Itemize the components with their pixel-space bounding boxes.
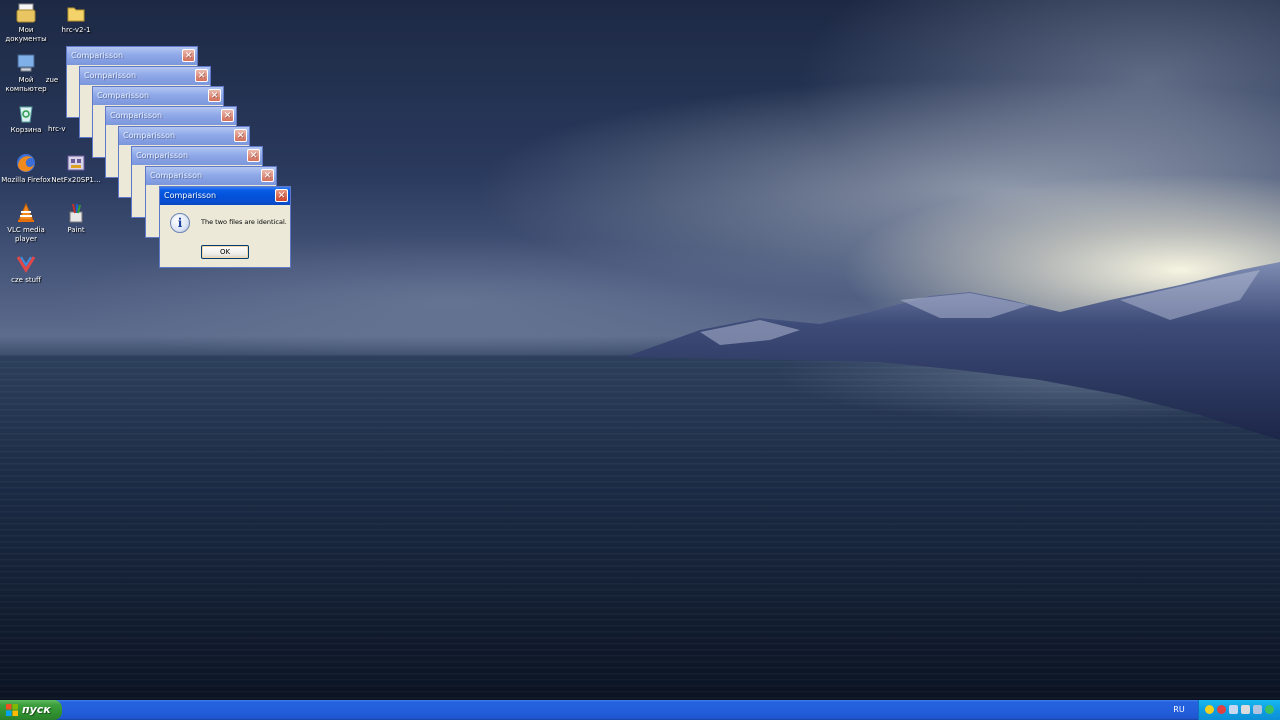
dialog-title: Comparisson — [164, 191, 217, 200]
update-icon[interactable] — [1265, 705, 1274, 714]
desktop-icon-vlc[interactable]: VLC media player — [0, 202, 52, 244]
dialog-title: Comparisson — [150, 171, 203, 180]
close-icon[interactable]: ✕ — [234, 129, 247, 142]
system-tray — [1198, 700, 1280, 720]
desktop-icon-firefox[interactable]: Mozilla Firefox — [0, 152, 52, 185]
shortcut-icon — [15, 252, 37, 274]
close-icon[interactable]: ✕ — [221, 109, 234, 122]
dialog-body: i The two files are identical. OK — [160, 205, 290, 267]
close-icon[interactable]: ✕ — [208, 89, 221, 102]
network-icon[interactable] — [1229, 705, 1238, 714]
language-indicator[interactable]: RU — [1168, 700, 1190, 720]
desktop-icon-zue[interactable]: zue — [42, 76, 62, 85]
information-icon: i — [170, 213, 190, 233]
vlc-icon — [15, 202, 37, 224]
dialog-titlebar[interactable]: Comparisson ✕ — [160, 187, 290, 205]
dialog-title: Comparisson — [123, 131, 176, 140]
folder-icon — [65, 2, 87, 24]
display-icon[interactable] — [1253, 705, 1262, 714]
close-icon[interactable]: ✕ — [261, 169, 274, 182]
desktop-icon-recycle-bin[interactable]: Корзина — [0, 102, 52, 135]
dialog-titlebar[interactable]: Comparisson ✕ — [67, 47, 197, 65]
recycle-bin-icon — [15, 102, 37, 124]
dialog-titlebar[interactable]: Comparisson ✕ — [132, 147, 262, 165]
dialog-title: Comparisson — [97, 91, 150, 100]
dialog-titlebar[interactable]: Comparisson ✕ — [119, 127, 249, 145]
start-label: пуск — [22, 703, 51, 716]
desktop-icon-cze-stuff[interactable]: cze stuff — [0, 252, 52, 285]
desktop-icon-hrc-v2-1[interactable]: hrc-v2-1 — [50, 2, 102, 35]
start-button[interactable]: пуск — [0, 700, 62, 720]
volume-icon[interactable] — [1241, 705, 1250, 714]
dialog-title: Comparisson — [71, 51, 124, 60]
my-computer-icon — [15, 52, 37, 74]
antivirus-icon[interactable] — [1217, 705, 1226, 714]
close-icon[interactable]: ✕ — [195, 69, 208, 82]
dialog-window-active[interactable]: Comparisson ✕ i The two files are identic… — [159, 186, 291, 268]
desktop-icon-hrc-v[interactable]: hrc-v — [48, 125, 78, 134]
installer-icon — [65, 152, 87, 174]
desktop-icon-my-computer[interactable]: Мой компьютер — [0, 52, 52, 94]
taskbar: пуск RU — [0, 700, 1280, 720]
dialog-titlebar[interactable]: Comparisson ✕ — [146, 167, 276, 185]
dialog-title: Comparisson — [110, 111, 163, 120]
ok-button[interactable]: OK — [201, 245, 249, 259]
windows-logo-icon — [6, 704, 18, 716]
close-icon[interactable]: ✕ — [182, 49, 195, 62]
dialog-titlebar[interactable]: Comparisson ✕ — [80, 67, 210, 85]
desktop-icon-my-documents[interactable]: Мои документы — [0, 2, 52, 44]
dialog-titlebar[interactable]: Comparisson ✕ — [106, 107, 236, 125]
firefox-icon — [15, 152, 37, 174]
security-shield-icon[interactable] — [1205, 705, 1214, 714]
dialog-message: The two files are identical. — [201, 218, 287, 226]
my-documents-icon — [15, 2, 37, 24]
close-icon[interactable]: ✕ — [275, 189, 288, 202]
dialog-title: Comparisson — [136, 151, 189, 160]
paint-icon — [65, 202, 87, 224]
dialog-titlebar[interactable]: Comparisson ✕ — [93, 87, 223, 105]
desktop-icon-paint[interactable]: Paint — [50, 202, 102, 235]
close-icon[interactable]: ✕ — [247, 149, 260, 162]
dialog-title: Comparisson — [84, 71, 137, 80]
